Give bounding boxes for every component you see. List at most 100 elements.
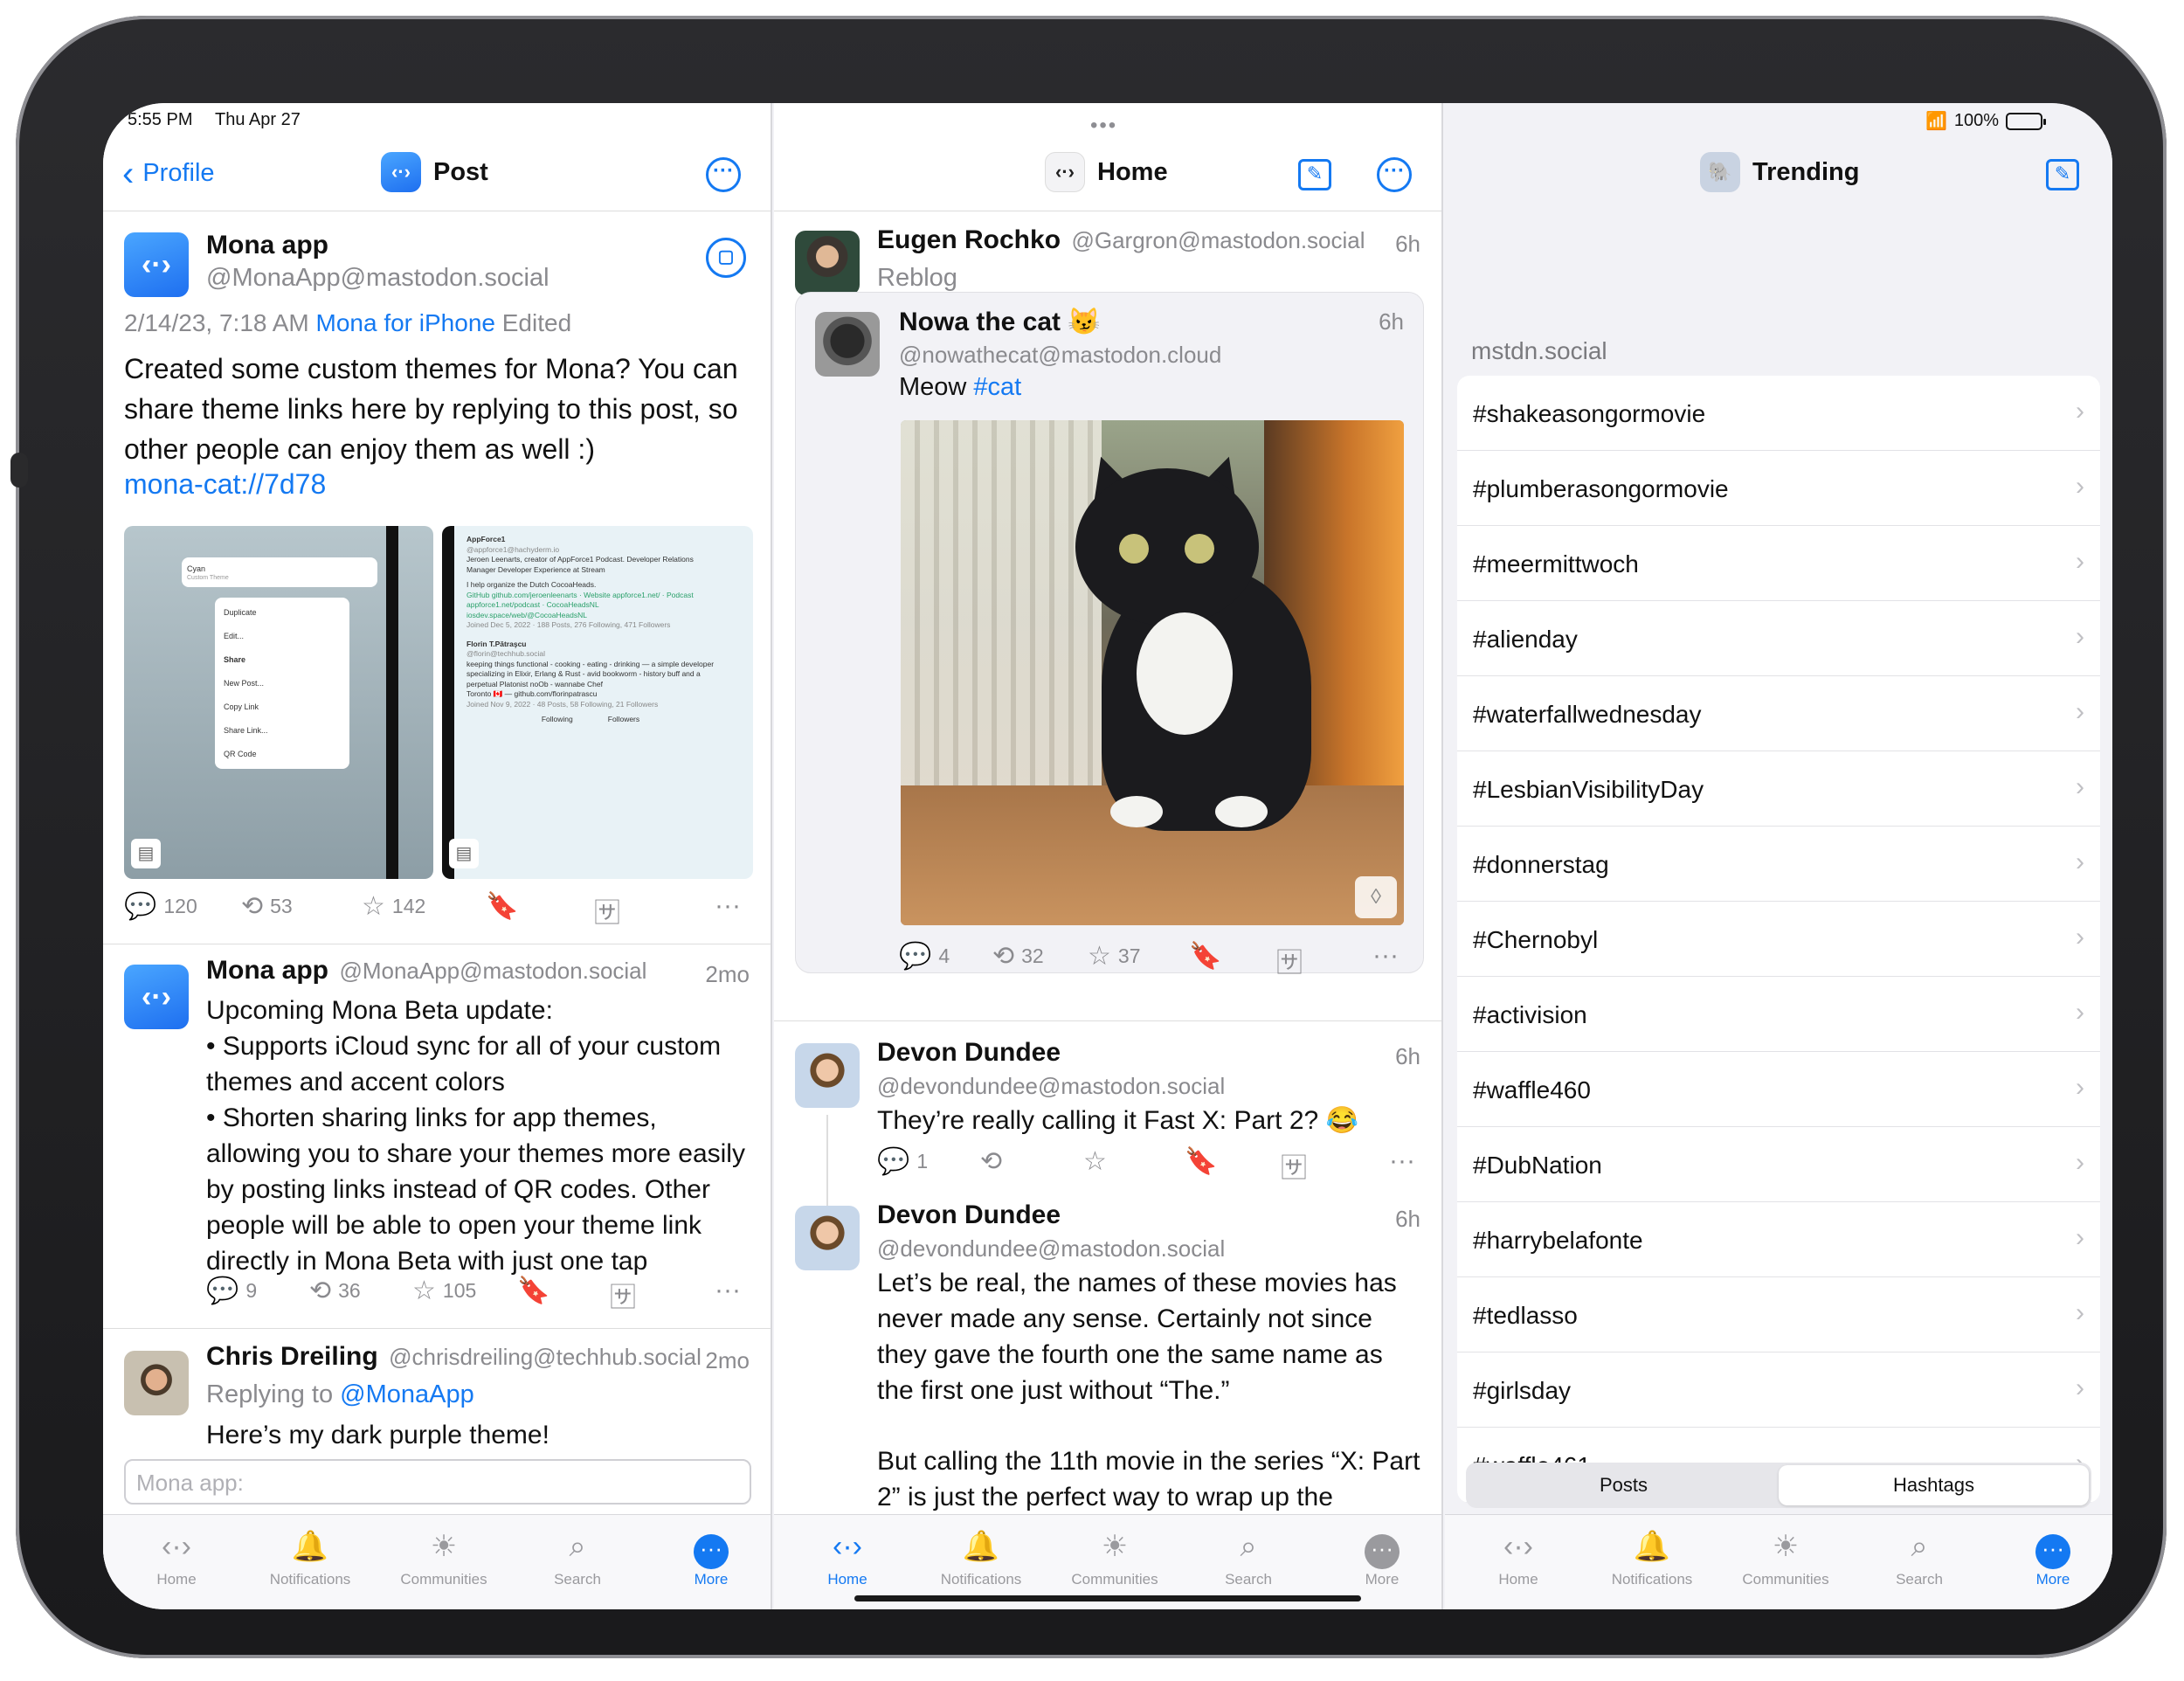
avatar[interactable]: [124, 1351, 189, 1415]
hashtag-row[interactable]: #shakeasongormovie ›: [1457, 376, 2100, 451]
avatar[interactable]: [795, 231, 860, 295]
segment-posts[interactable]: Posts: [1469, 1465, 1779, 1505]
hashtag-row[interactable]: #Chernobyl ›: [1457, 902, 2100, 977]
reply-input[interactable]: Mona app:: [124, 1459, 751, 1505]
translate-button[interactable]: 🈂: [610, 1276, 636, 1314]
tab-search[interactable]: ⌕ Search: [516, 1527, 639, 1588]
post-author[interactable]: Mona app @MonaApp@mastodon.social: [206, 231, 549, 293]
bookmark-button[interactable]: 🔖: [517, 1276, 549, 1306]
avatar[interactable]: ‹·›: [124, 232, 189, 297]
battery-icon: [2006, 112, 2046, 130]
reblogged-post-card[interactable]: Nowa the cat 😼 6h @nowathecat@mastodon.c…: [795, 292, 1424, 978]
translate-button[interactable]: 🈂: [1281, 1146, 1307, 1185]
post-more-button[interactable]: ···: [1372, 941, 1399, 971]
favorite-button[interactable]: ☆ 142: [362, 891, 425, 922]
tab-search[interactable]: ⌕ Search: [1187, 1527, 1310, 1588]
attachment-image-2[interactable]: AppForce1 @appforce1@hachyderm.io Jeroen…: [442, 526, 753, 879]
menu-item: Edit...: [224, 632, 245, 640]
compose-icon[interactable]: ✎: [2046, 159, 2079, 190]
reblog-label: Reblog: [877, 264, 957, 292]
author-handle: @devondundee@mastodon.social: [877, 1073, 1226, 1099]
tab-notifications[interactable]: 🔔 Notifications: [920, 1527, 1042, 1588]
hashtag-row[interactable]: #waterfallwednesday ›: [1457, 676, 2100, 751]
hashtag-row[interactable]: #plumberasongormovie ›: [1457, 451, 2100, 526]
hashtag-label: #alienday: [1473, 626, 1578, 653]
tab-notifications[interactable]: 🔔 Notifications: [249, 1527, 371, 1588]
boost-button[interactable]: ⟲ 32: [992, 941, 1044, 972]
tab-notifications[interactable]: 🔔 Notifications: [1591, 1527, 1713, 1588]
tab-home[interactable]: ‹·› Home: [115, 1527, 238, 1588]
tab-search[interactable]: ⌕ Search: [1858, 1527, 1980, 1588]
hashtag-link[interactable]: #cat: [973, 373, 1021, 401]
hashtag-row[interactable]: #alienday ›: [1457, 601, 2100, 676]
avatar[interactable]: [795, 1206, 860, 1270]
more-options-button[interactable]: ···: [1377, 157, 1412, 192]
wifi-icon: 📶: [1925, 112, 1947, 131]
bookmark-button[interactable]: 🔖: [1189, 941, 1221, 972]
hashtag-row[interactable]: #harrybelafonte ›: [1457, 1202, 2100, 1277]
stop-icon[interactable]: ▢: [706, 238, 746, 278]
avatar[interactable]: ‹·›: [124, 965, 189, 1029]
tab-more[interactable]: ··· More: [650, 1527, 771, 1588]
tab-label: More: [694, 1571, 729, 1588]
bookmark-icon: 🔖: [1189, 942, 1222, 971]
alt-text-icon[interactable]: ▤: [131, 839, 161, 868]
boost-button[interactable]: ⟲: [980, 1146, 1002, 1177]
tab-communities[interactable]: ☀ Communities: [1724, 1527, 1847, 1588]
reply-button[interactable]: 💬 9: [206, 1276, 257, 1306]
hashtag-row[interactable]: #LesbianVisibilityDay ›: [1457, 751, 2100, 827]
bookmark-button[interactable]: 🔖: [1185, 1146, 1217, 1177]
back-button[interactable]: ‹ Profile: [122, 156, 215, 191]
attachment-image-1[interactable]: Cyan Custom Theme Duplicate Edit... Shar…: [124, 526, 433, 879]
cat-photo[interactable]: ◊: [901, 420, 1404, 925]
post-client-link[interactable]: Mona for iPhone: [316, 309, 495, 336]
translate-button[interactable]: 🈂: [594, 891, 620, 930]
reply-button[interactable]: 💬 120: [124, 891, 197, 922]
tab-communities[interactable]: ☀ Communities: [1054, 1527, 1176, 1588]
post-time: 6h: [1379, 308, 1404, 335]
hashtag-row[interactable]: #DubNation ›: [1457, 1127, 2100, 1202]
boost-button[interactable]: ⟲ 36: [309, 1276, 361, 1306]
avatar[interactable]: [815, 312, 880, 377]
bookmark-button[interactable]: 🔖: [486, 891, 518, 922]
hashtag-row[interactable]: #donnerstag ›: [1457, 827, 2100, 902]
tab-more[interactable]: ··· More: [1992, 1527, 2112, 1588]
hashtag-row[interactable]: #activision ›: [1457, 977, 2100, 1052]
reply-button[interactable]: 💬 1: [877, 1146, 928, 1177]
reply-button[interactable]: 💬 4: [899, 941, 950, 972]
favorite-button[interactable]: ☆ 37: [1088, 941, 1141, 972]
hashtag-row[interactable]: #girlsday ›: [1457, 1352, 2100, 1428]
compose-icon[interactable]: ✎: [1298, 159, 1331, 190]
hashtag-row[interactable]: #waffle460 ›: [1457, 1052, 2100, 1127]
multitask-grip-icon[interactable]: •••: [1090, 114, 1117, 138]
tab-communities[interactable]: ☀ Communities: [383, 1527, 505, 1588]
alt-text-icon[interactable]: ▤: [449, 839, 479, 868]
theme-link[interactable]: mona-cat://7d78: [124, 468, 326, 501]
post-more-button[interactable]: ···: [715, 891, 741, 921]
more-options-button[interactable]: ···: [706, 157, 741, 192]
post-more-button[interactable]: ···: [715, 1276, 741, 1305]
tab-more[interactable]: ··· More: [1321, 1527, 1441, 1588]
hashtag-row[interactable]: #tedlasso ›: [1457, 1277, 2100, 1352]
translate-button[interactable]: 🈂: [1276, 941, 1303, 979]
bell-icon: 🔔: [1633, 1530, 1671, 1563]
post-header[interactable]: Eugen Rochko @Gargron@mastodon.social: [877, 225, 1365, 255]
hashtag-row[interactable]: #meermittwoch ›: [1457, 526, 2100, 601]
post-header[interactable]: Chris Dreiling @chrisdreiling@techhub.so…: [206, 1342, 702, 1372]
mention-link[interactable]: @MonaApp: [340, 1380, 474, 1408]
boost-button[interactable]: ⟲ 53: [241, 891, 293, 922]
post-header[interactable]: Mona app @MonaApp@mastodon.social: [206, 956, 646, 986]
post-time: 6h: [1395, 1043, 1420, 1069]
favorite-button[interactable]: ☆ 105: [412, 1276, 476, 1306]
avatar[interactable]: [795, 1043, 860, 1108]
post-more-button[interactable]: ···: [1389, 1146, 1415, 1176]
author-name: Devon Dundee: [877, 1038, 1061, 1067]
segment-hashtags[interactable]: Hashtags: [1779, 1465, 2089, 1505]
diamond-icon[interactable]: ◊: [1355, 876, 1397, 918]
tab-home[interactable]: ‹·› Home: [786, 1527, 909, 1588]
tab-home[interactable]: ‹·› Home: [1457, 1527, 1579, 1588]
more-icon: ···: [2035, 1534, 2070, 1569]
home-indicator: [854, 1595, 1361, 1601]
hashtag-label: #shakeasongormovie: [1473, 400, 1706, 427]
favorite-button[interactable]: ☆: [1083, 1146, 1107, 1177]
